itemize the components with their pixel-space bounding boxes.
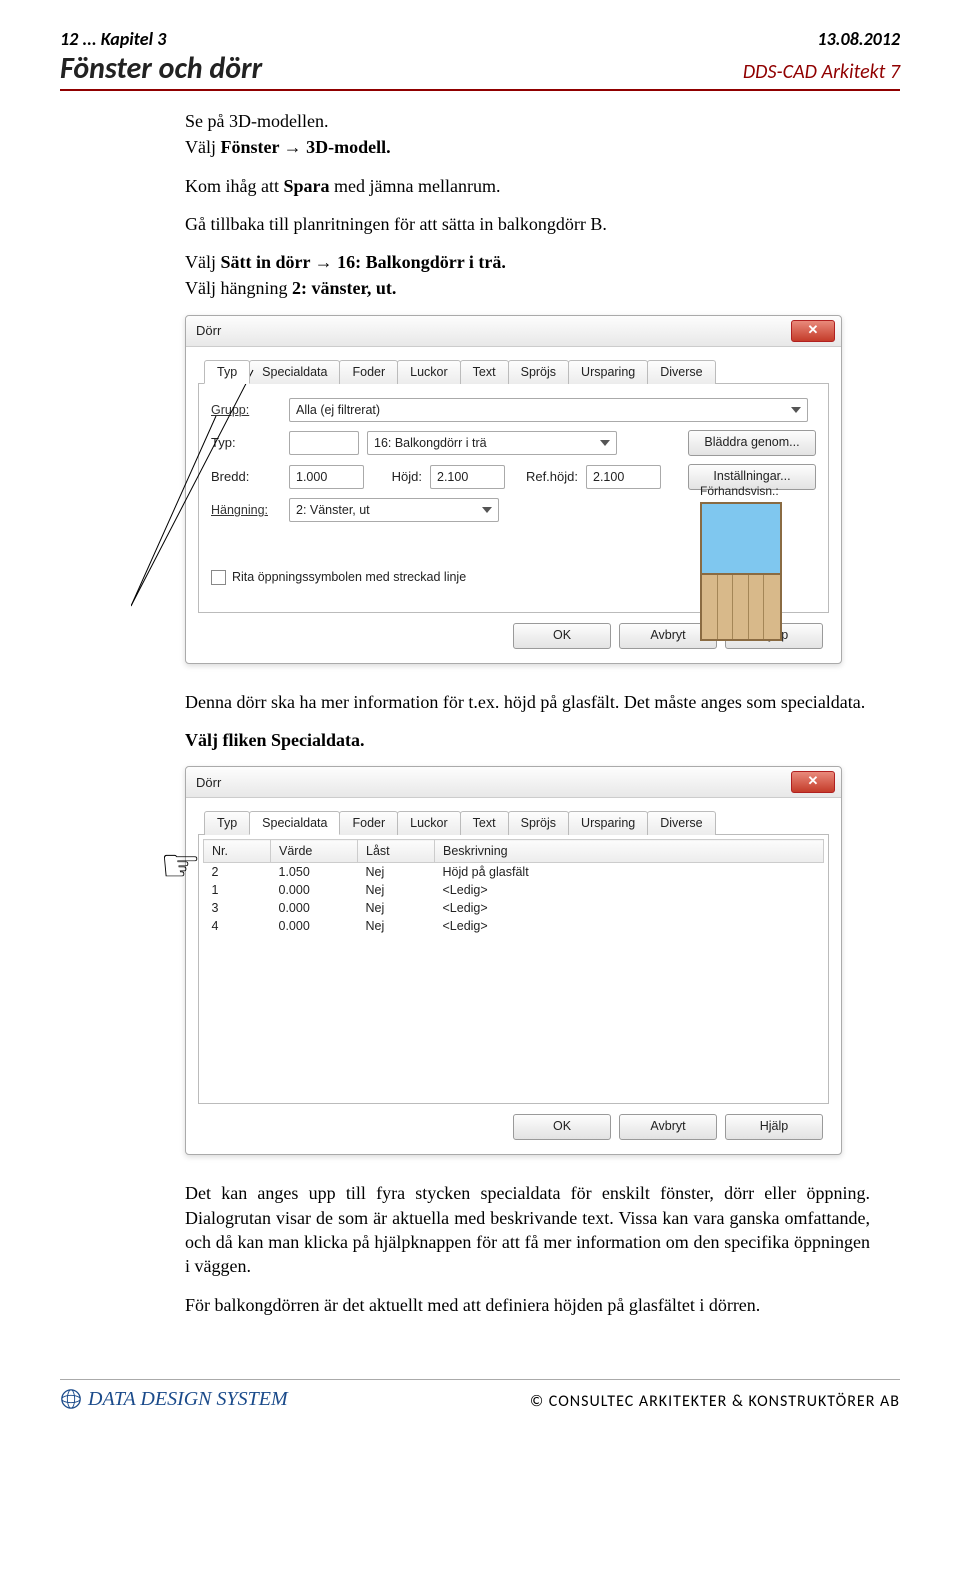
typ-code-input[interactable]: [289, 431, 359, 455]
bredd-input[interactable]: 1.000: [289, 465, 364, 489]
label-hangning: Hängning:: [211, 503, 281, 517]
tab-specialdata[interactable]: Specialdata: [249, 811, 340, 835]
specialdata-table: Nr. Värde Låst Beskrivning 2 1.050 Nej: [203, 839, 824, 935]
table-row[interactable]: 2 1.050 Nej Höjd på glasfält: [204, 863, 824, 882]
outro-p1: Det kan anges upp till fyra stycken spec…: [185, 1181, 870, 1278]
chapter-label: 12 ... Kapitel 3: [60, 28, 166, 50]
chevron-down-icon: [791, 407, 801, 413]
table-row[interactable]: 3 0.000 Nej <Ledig>: [204, 899, 824, 917]
close-icon: ✕: [808, 322, 819, 337]
close-icon: ✕: [808, 773, 819, 788]
outro-p2: För balkongdörren är det aktuellt med at…: [185, 1293, 870, 1317]
label-typ: Typ:: [211, 435, 281, 450]
app-name: DDS-CAD Arkitekt 7: [743, 60, 900, 84]
tab-typ[interactable]: Typ: [204, 360, 250, 384]
mid-p1: Denna dörr ska ha mer information för t.…: [185, 690, 870, 714]
tab-sprojs[interactable]: Spröjs: [508, 811, 569, 835]
typ-combobox[interactable]: 16: Balkongdörr i trä: [367, 431, 617, 455]
close-button[interactable]: ✕: [791, 320, 835, 342]
col-last: Låst: [358, 840, 435, 863]
tab-specialdata[interactable]: Specialdata: [249, 360, 340, 384]
intro-line2: Välj Fönster → 3D-modell.: [185, 135, 870, 159]
label-refhojd: Ref.höjd:: [513, 469, 578, 484]
hangning-combobox[interactable]: 2: Vänster, ut: [289, 498, 499, 522]
tabs: Typ Specialdata Foder Luckor Text Spröjs…: [198, 810, 829, 835]
tab-typ[interactable]: Typ: [204, 811, 250, 835]
col-nr: Nr.: [204, 840, 271, 863]
dialog-titlebar: Dörr ✕: [186, 316, 841, 347]
copyright: © CONSULTEC ARKITEKTER & KONSTRUKTÖRER A…: [530, 1392, 900, 1411]
preview-area: Förhandsvisn.:: [700, 484, 810, 641]
title-row: Fönster och dörr DDS-CAD Arkitekt 7: [60, 50, 900, 91]
table-row[interactable]: 1 0.000 Nej <Ledig>: [204, 881, 824, 899]
tab-text[interactable]: Text: [460, 811, 509, 835]
tab-ursparing[interactable]: Ursparing: [568, 811, 648, 835]
tab-ursparing[interactable]: Ursparing: [568, 360, 648, 384]
dialog-title: Dörr: [196, 775, 221, 790]
mid-p2: Välj fliken Specialdata.: [185, 728, 870, 752]
page-header: 12 ... Kapitel 3 13.08.2012: [60, 28, 900, 50]
cancel-button[interactable]: Avbryt: [619, 1114, 717, 1140]
intro-line6: Välj hängning 2: vänster, ut.: [185, 276, 870, 300]
tab-luckor[interactable]: Luckor: [397, 811, 461, 835]
tab-diverse[interactable]: Diverse: [647, 360, 715, 384]
date-label: 13.08.2012: [817, 28, 900, 50]
intro-line3: Kom ihåg att Spara med jämna mellanrum.: [185, 174, 870, 198]
col-varde: Värde: [271, 840, 358, 863]
door-dialog-specialdata: Dörr ✕ Typ Specialdata Foder Luckor Text…: [185, 766, 842, 1155]
tab-text[interactable]: Text: [460, 360, 509, 384]
intro-line5: Välj Sätt in dörr → 16: Balkongdörr i tr…: [185, 250, 870, 274]
tab-foder[interactable]: Foder: [339, 811, 398, 835]
page-footer: DATA DESIGN SYSTEM © CONSULTEC ARKITEKTE…: [60, 1379, 900, 1411]
globe-icon: [60, 1388, 82, 1410]
tab-luckor[interactable]: Luckor: [397, 360, 461, 384]
col-beskrivning: Beskrivning: [435, 840, 824, 863]
label-hojd: Höjd:: [372, 469, 422, 484]
hojd-input[interactable]: 2.100: [430, 465, 505, 489]
tabs: Typ Specialdata Foder Luckor Text Spröjs…: [198, 359, 829, 384]
dialog-titlebar: Dörr ✕: [186, 767, 841, 798]
mid-text: Denna dörr ska ha mer information för t.…: [185, 690, 870, 753]
browse-button[interactable]: Bläddra genom...: [688, 430, 816, 456]
grupp-combobox[interactable]: Alla (ej filtrerat): [289, 398, 808, 422]
dialog-title: Dörr: [196, 323, 221, 338]
label-grupp: Grupp:: [211, 403, 281, 417]
tab-diverse[interactable]: Diverse: [647, 811, 715, 835]
door-dialog-typ: Dörr ✕ Typ Specialdata Foder Luckor Text…: [185, 315, 842, 664]
label-preview: Förhandsvisn.:: [700, 484, 779, 498]
checkbox-box: [211, 570, 226, 585]
tab-panel-typ: Grupp: Alla (ej filtrerat) Typ: 16: Balk…: [198, 384, 829, 613]
door-preview-image: [700, 502, 782, 641]
help-button[interactable]: Hjälp: [725, 1114, 823, 1140]
chevron-down-icon: [600, 440, 610, 446]
intro-line4: Gå tillbaka till planritningen för att s…: [185, 212, 870, 236]
refhojd-input[interactable]: 2.100: [586, 465, 661, 489]
intro-text: Se på 3D-modellen. Välj Fönster → 3D-mod…: [185, 109, 870, 301]
tab-panel-specialdata: Nr. Värde Låst Beskrivning 2 1.050 Nej: [198, 835, 829, 1104]
ok-button[interactable]: OK: [513, 1114, 611, 1140]
tab-sprojs[interactable]: Spröjs: [508, 360, 569, 384]
chevron-down-icon: [482, 507, 492, 513]
intro-line1: Se på 3D-modellen.: [185, 109, 870, 133]
ok-button[interactable]: OK: [513, 623, 611, 649]
outro-text: Det kan anges upp till fyra stycken spec…: [185, 1181, 870, 1316]
page-title: Fönster och dörr: [60, 50, 262, 87]
label-bredd: Bredd:: [211, 469, 281, 484]
pointing-hand-icon: ☞: [160, 838, 201, 892]
close-button[interactable]: ✕: [791, 771, 835, 793]
table-row[interactable]: 4 0.000 Nej <Ledig>: [204, 917, 824, 935]
dds-logo: DATA DESIGN SYSTEM: [60, 1388, 288, 1411]
tab-foder[interactable]: Foder: [339, 360, 398, 384]
